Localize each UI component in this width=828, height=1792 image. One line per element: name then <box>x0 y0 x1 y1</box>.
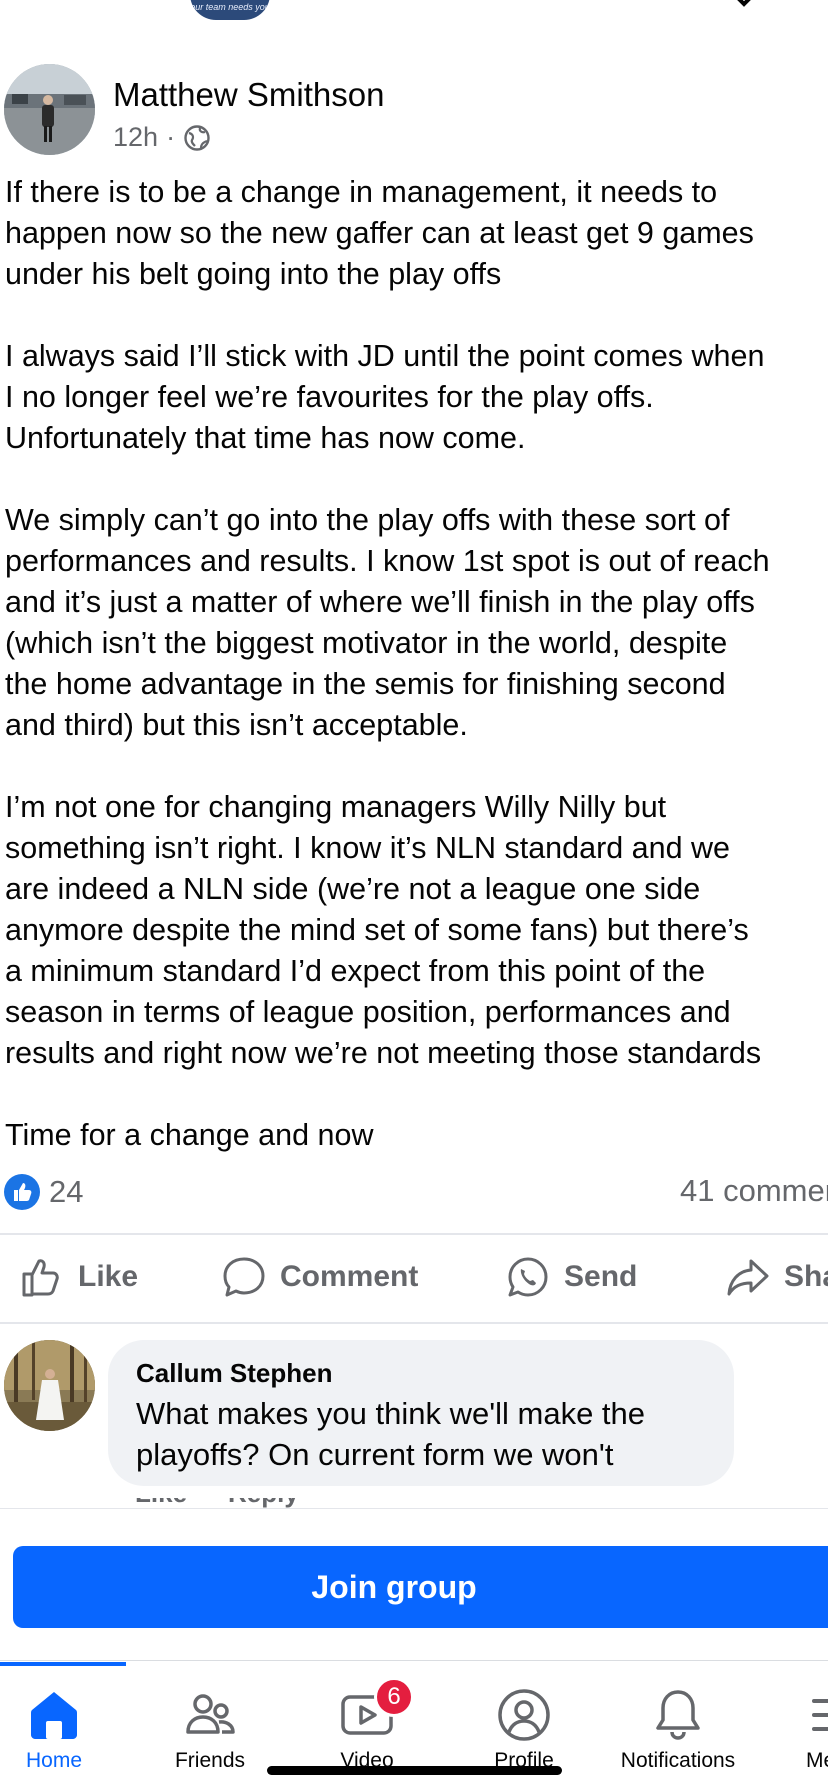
comment-like-link[interactable]: Like <box>135 1498 187 1508</box>
like-label: Like <box>78 1260 139 1293</box>
divider <box>0 1322 828 1324</box>
tab-profile[interactable]: Profile <box>459 1687 589 1773</box>
comment-author[interactable]: Callum Stephen <box>136 1358 706 1389</box>
post-paragraph: Time for a change and now <box>5 1115 828 1156</box>
commenter-avatar[interactable] <box>4 1340 95 1431</box>
globe-icon <box>184 124 210 151</box>
tab-menu[interactable]: Menu <box>772 1687 828 1773</box>
author-avatar[interactable] <box>4 64 95 155</box>
comment-reply-link[interactable]: Reply <box>228 1498 299 1508</box>
comment-button[interactable]: Comment <box>222 1255 418 1299</box>
comment-text: What makes you think we'll make the play… <box>136 1393 706 1475</box>
tab-active-indicator <box>0 1662 126 1666</box>
post-line: I’m not one for changing managers Willy … <box>5 790 667 824</box>
profile-icon <box>498 1689 550 1741</box>
tab-menu-label: Menu <box>806 1749 828 1772</box>
post-line: are indeed a NLN side (we’re not a leagu… <box>5 872 701 906</box>
send-button[interactable]: Send <box>506 1255 637 1299</box>
post-line: Time for a change and now <box>5 1118 374 1152</box>
post-time[interactable]: 12h <box>113 122 158 153</box>
post-paragraph: We simply can’t go into the play offs wi… <box>5 500 828 746</box>
comment-bubble-icon <box>223 1257 265 1297</box>
share-arrow-icon <box>727 1259 769 1296</box>
meta-separator: · <box>166 122 176 152</box>
post-line: (which isn’t the biggest motivator in th… <box>5 626 728 660</box>
reactions-summary[interactable]: 24 <box>4 1172 83 1212</box>
post-author-name[interactable]: Matthew Smithson <box>113 76 384 114</box>
post-paragraph: If there is to be a change in management… <box>5 172 828 295</box>
home-icon <box>31 1692 77 1739</box>
post-body: If there is to be a change in management… <box>5 172 828 1156</box>
post-line: Unfortunately that time has now come. <box>5 421 526 455</box>
join-group-button[interactable]: Join group <box>13 1546 828 1628</box>
tab-friends[interactable]: Friends <box>145 1687 275 1773</box>
post-paragraph: I always said I’ll stick with JD until t… <box>5 336 828 459</box>
group-badge[interactable]: our team needs you <box>190 0 270 20</box>
post-line: something isn’t right. I know it’s NLN s… <box>5 831 731 865</box>
comment-bubble[interactable]: Callum Stephen What makes you think we'l… <box>108 1340 734 1486</box>
like-reaction-icon <box>4 1174 40 1210</box>
post-line: We simply can’t go into the play offs wi… <box>5 503 730 537</box>
menu-icon <box>812 1699 828 1731</box>
comments-count[interactable]: 41 comments <box>680 1173 828 1209</box>
reaction-count: 24 <box>49 1174 84 1209</box>
tab-video[interactable]: 6 Video <box>302 1677 432 1773</box>
tab-home[interactable]: Home <box>0 1687 119 1773</box>
post-line: I always said I’ll stick with JD until t… <box>5 339 765 373</box>
like-button[interactable]: Like <box>20 1255 138 1299</box>
share-button[interactable]: Share <box>726 1255 828 1299</box>
post-action-bar: Like Comment Send Share <box>0 1235 828 1323</box>
comment-actions-peek: Like Reply <box>0 1498 828 1508</box>
send-label: Send <box>564 1260 638 1293</box>
post-line: If there is to be a change in management… <box>5 175 718 209</box>
post-paragraph: I’m not one for changing managers Willy … <box>5 787 828 1074</box>
post-line: results and right now we’re not meeting … <box>5 1036 762 1070</box>
video-badge: 6 <box>374 1677 414 1717</box>
post-meta: 12h · <box>113 122 211 153</box>
tab-notifications[interactable]: Notifications <box>613 1687 743 1773</box>
post-line: performances and results. I know 1st spo… <box>5 544 770 578</box>
join-group-bar: Join group <box>0 1508 828 1660</box>
friends-icon <box>186 1694 235 1734</box>
join-group-label: Join group <box>311 1568 477 1605</box>
comment-line: What makes you think we'll make the <box>136 1396 646 1431</box>
comment-label: Comment <box>280 1260 419 1293</box>
post-line: the home advantage in the semis for fini… <box>5 667 726 701</box>
post-line: I no longer feel we’re favourites for th… <box>5 380 654 414</box>
tab-home-label: Home <box>25 1749 83 1772</box>
tab-friends-label: Friends <box>174 1749 246 1772</box>
comment-line: playoffs? On current form we won't <box>136 1437 614 1472</box>
group-badge-text: our team needs you <box>190 2 270 12</box>
post-line: happen now so the new gaffer can at leas… <box>5 216 754 250</box>
share-label: Share <box>784 1260 828 1293</box>
post-line: a minimum standard I’d expect from this … <box>5 954 706 988</box>
thumbs-up-icon <box>22 1259 59 1297</box>
post-line: under his belt going into the play offs <box>5 257 502 291</box>
post-line: and it’s just a matter of where we’ll fi… <box>5 585 755 619</box>
post-line: anymore despite the mind set of some fan… <box>5 913 749 947</box>
tab-notifications-label: Notifications <box>620 1749 736 1772</box>
post-screen: our team needs you Matthew Smithson 12h … <box>0 0 828 1792</box>
whatsapp-icon <box>508 1257 548 1297</box>
more-icon[interactable] <box>730 0 770 8</box>
post-line: and third) but this isn’t acceptable. <box>5 708 468 742</box>
bell-icon <box>656 1690 700 1740</box>
home-indicator <box>267 1766 562 1775</box>
post-line: season in terms of league position, perf… <box>5 995 731 1029</box>
